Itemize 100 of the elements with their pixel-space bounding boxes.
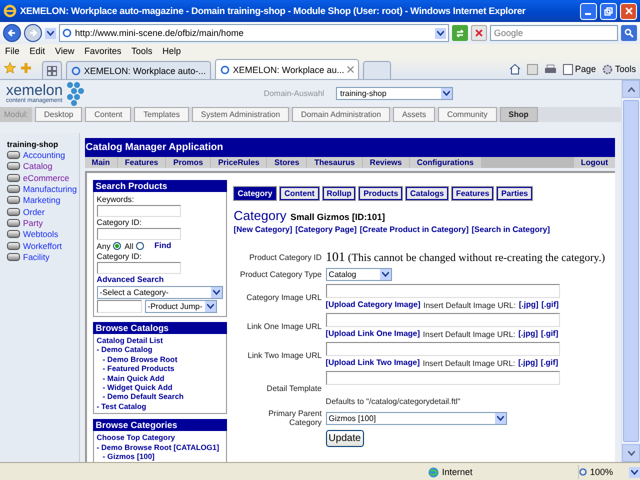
keywords-field[interactable] [96, 205, 181, 217]
module-tab[interactable]: Domain Administration [292, 107, 390, 122]
category-tab[interactable]: Category [234, 187, 276, 200]
close-icon[interactable] [347, 66, 354, 73]
refresh-button[interactable] [452, 25, 468, 41]
nav-tab[interactable]: Configurations [410, 157, 481, 168]
sidebar-item[interactable]: Catalog [7, 161, 79, 172]
category-tab[interactable]: Parties [497, 187, 532, 200]
nav-tab[interactable]: Reviews [362, 157, 409, 168]
advanced-search-link[interactable]: Advanced Search [96, 275, 223, 285]
category-tab[interactable]: Products [359, 187, 402, 200]
category-tab[interactable]: Rollup [322, 187, 356, 200]
restore-button[interactable] [600, 2, 617, 20]
sidebar-item[interactable]: Manufacturing [7, 184, 79, 194]
module-tab[interactable]: System Administration [192, 107, 290, 122]
image-type-link[interactable]: [.jpg] [518, 358, 538, 368]
module-tab[interactable]: Templates [134, 107, 189, 122]
sidebar-item[interactable]: Order [7, 206, 79, 217]
category-id-field[interactable] [96, 262, 181, 274]
scrollbar[interactable] [621, 80, 640, 462]
image-type-link[interactable]: [.gif] [541, 300, 559, 310]
nav-tab[interactable]: Main [84, 157, 117, 168]
category-tab[interactable]: Features [452, 187, 494, 200]
page-menu[interactable]: Page [562, 64, 596, 74]
find-link[interactable]: Find [154, 241, 172, 251]
category-link[interactable]: [Search in Category] [472, 225, 550, 235]
search-field[interactable]: Google [490, 25, 618, 41]
category-link[interactable]: [New Category] [234, 225, 292, 235]
module-tab[interactable]: Community [438, 107, 497, 122]
category-tab[interactable]: Catalogs [406, 187, 448, 200]
nav-tab[interactable]: Stores [267, 157, 306, 168]
sidebar-item[interactable]: Marketing [7, 195, 79, 206]
module-tab[interactable]: Content [85, 107, 132, 122]
home-icon[interactable] [508, 63, 521, 75]
printer-icon[interactable] [544, 64, 557, 74]
tools-menu[interactable]: Tools [602, 64, 636, 74]
upload-link[interactable]: [Upload Category Image] [326, 300, 420, 310]
category-link[interactable]: [Create Product in Category] [360, 225, 469, 235]
dropdown-arrow-icon[interactable] [441, 88, 452, 99]
category-tab[interactable]: Content [280, 187, 319, 200]
sidebar-item[interactable]: eCommerce [7, 172, 79, 183]
quick-tabs-button[interactable] [42, 61, 62, 79]
dropdown-arrow-icon[interactable] [435, 28, 446, 38]
category-id-field[interactable] [96, 228, 181, 240]
image-url-field[interactable] [326, 313, 560, 327]
sidebar-item[interactable]: Accounting [7, 150, 79, 160]
nav-tab[interactable]: Features [118, 157, 166, 168]
caret-up-icon[interactable] [628, 86, 634, 92]
radio-button[interactable] [136, 242, 144, 250]
module-tab[interactable]: Desktop [35, 107, 82, 122]
domain-select[interactable]: training-shop [336, 87, 454, 100]
minimize-button[interactable] [580, 2, 597, 20]
dropdown-arrow-icon[interactable] [204, 301, 216, 312]
menu-item[interactable]: View [55, 46, 74, 56]
star-icon[interactable] [4, 62, 16, 74]
upload-link[interactable]: [Upload Link Two Image] [326, 358, 420, 368]
dropdown-arrow-icon[interactable] [494, 412, 506, 424]
nav-tab[interactable]: PriceRules [211, 157, 266, 168]
sidebar-item[interactable]: Workeffort [7, 240, 79, 251]
image-type-link[interactable]: [.gif] [540, 358, 558, 368]
image-type-link[interactable]: [.jpg] [518, 300, 538, 310]
dropdown-arrow-icon[interactable] [629, 466, 640, 478]
zoom-level[interactable]: 100% [579, 467, 629, 477]
type-select[interactable]: Catalog [326, 268, 392, 281]
dropdown-arrow-icon[interactable] [210, 287, 222, 298]
module-tab[interactable]: Shop [500, 107, 538, 122]
back-button[interactable] [3, 24, 21, 42]
menu-item[interactable]: Favorites [84, 46, 122, 56]
sidebar-item[interactable]: Facility [7, 252, 79, 262]
search-button[interactable] [621, 25, 637, 41]
image-type-link[interactable]: [.jpg] [518, 329, 538, 339]
menu-item[interactable]: Help [162, 46, 181, 56]
menu-item[interactable]: Tools [131, 46, 152, 56]
image-url-field[interactable] [326, 284, 560, 298]
dropdown-arrow-icon[interactable] [45, 28, 56, 38]
category-link[interactable]: [Category Page] [295, 225, 357, 235]
product-jump-select[interactable]: -Product Jump- [144, 300, 217, 313]
module-tab[interactable]: Assets [393, 107, 436, 122]
browser-tab[interactable]: XEMELON: Workplace au... [214, 59, 360, 79]
menu-item[interactable]: Edit [30, 46, 46, 56]
radio-button[interactable] [113, 242, 122, 250]
parent-category-select[interactable]: Gizmos [100] [326, 412, 507, 424]
forward-button[interactable] [24, 24, 42, 42]
template-field[interactable] [326, 371, 560, 385]
stop-button[interactable] [471, 25, 487, 41]
caret-down-icon[interactable] [628, 450, 634, 456]
address-field[interactable]: http://www.mini-scene.de/ofbiz/main/home [59, 24, 449, 42]
upload-link[interactable]: [Upload Link One Image] [326, 329, 420, 339]
browser-tab[interactable]: XEMELON: Workplace auto-... [66, 61, 211, 79]
nav-tab[interactable]: Thesaurus [307, 157, 362, 168]
nav-tab[interactable]: Promos [166, 157, 210, 168]
dropdown-arrow-icon[interactable] [380, 269, 391, 280]
sidebar-item[interactable]: Webtools [7, 229, 79, 240]
logout-tab[interactable]: Logout [574, 157, 615, 168]
image-url-field[interactable] [326, 342, 560, 356]
sidebar-item[interactable]: Party [7, 218, 79, 228]
image-type-link[interactable]: [.gif] [540, 329, 558, 339]
category-select[interactable]: -Select a Category- [96, 286, 223, 299]
product-id-field[interactable] [96, 300, 142, 313]
menu-item[interactable]: File [5, 46, 20, 56]
